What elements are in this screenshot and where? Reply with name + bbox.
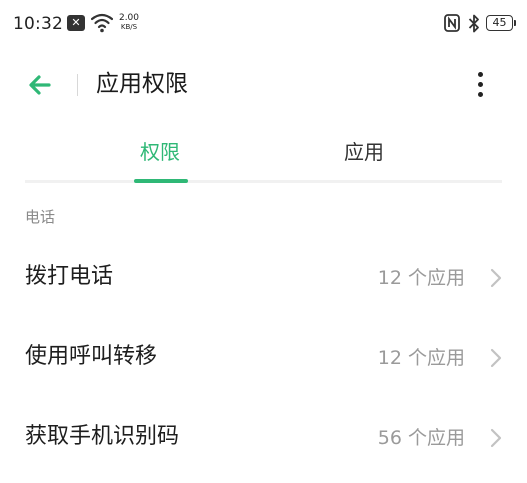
nfc-icon bbox=[444, 14, 460, 32]
close-badge-icon: ✕ bbox=[67, 15, 85, 31]
network-speed-value: 2.00 bbox=[118, 13, 140, 23]
list-item-make-calls[interactable]: 拨打电话 12 个应用 bbox=[0, 243, 527, 313]
status-bar: 10:32 ✕ 2.00 KB/S 45 bbox=[0, 0, 527, 50]
chevron-right-icon bbox=[490, 348, 502, 368]
back-arrow-icon[interactable] bbox=[22, 66, 60, 104]
header-divider bbox=[77, 74, 78, 96]
page-title: 应用权限 bbox=[96, 71, 188, 97]
network-speed: 2.00 KB/S bbox=[117, 14, 141, 32]
list-item-label: 获取手机识别码 bbox=[25, 424, 180, 449]
bluetooth-icon bbox=[468, 14, 479, 33]
section-header-phone: 电话 bbox=[25, 208, 56, 226]
network-speed-unit: KB/S bbox=[120, 23, 138, 31]
app-header: 应用权限 bbox=[0, 50, 527, 120]
more-vertical-icon[interactable] bbox=[469, 68, 493, 102]
list-item-count: 12 个应用 bbox=[377, 267, 465, 289]
status-time: 10:32 bbox=[13, 14, 63, 34]
list-item-count: 56 个应用 bbox=[377, 427, 465, 449]
wifi-icon bbox=[91, 13, 113, 33]
list-item-device-id[interactable]: 获取手机识别码 56 个应用 bbox=[0, 403, 527, 473]
tab-permissions[interactable]: 权限 bbox=[140, 137, 180, 167]
list-item-label: 使用呼叫转移 bbox=[25, 344, 158, 369]
tab-bar: 权限 应用 bbox=[25, 130, 502, 183]
list-item-call-forwarding[interactable]: 使用呼叫转移 12 个应用 bbox=[0, 323, 527, 393]
list-item-label: 拨打电话 bbox=[25, 264, 114, 289]
tab-apps[interactable]: 应用 bbox=[344, 137, 384, 167]
tab-indicator bbox=[134, 179, 188, 183]
battery-level: 45 bbox=[492, 16, 507, 29]
list-item-count: 12 个应用 bbox=[377, 347, 465, 369]
battery-icon: 45 bbox=[486, 15, 516, 31]
chevron-right-icon bbox=[490, 428, 502, 448]
chevron-right-icon bbox=[490, 268, 502, 288]
